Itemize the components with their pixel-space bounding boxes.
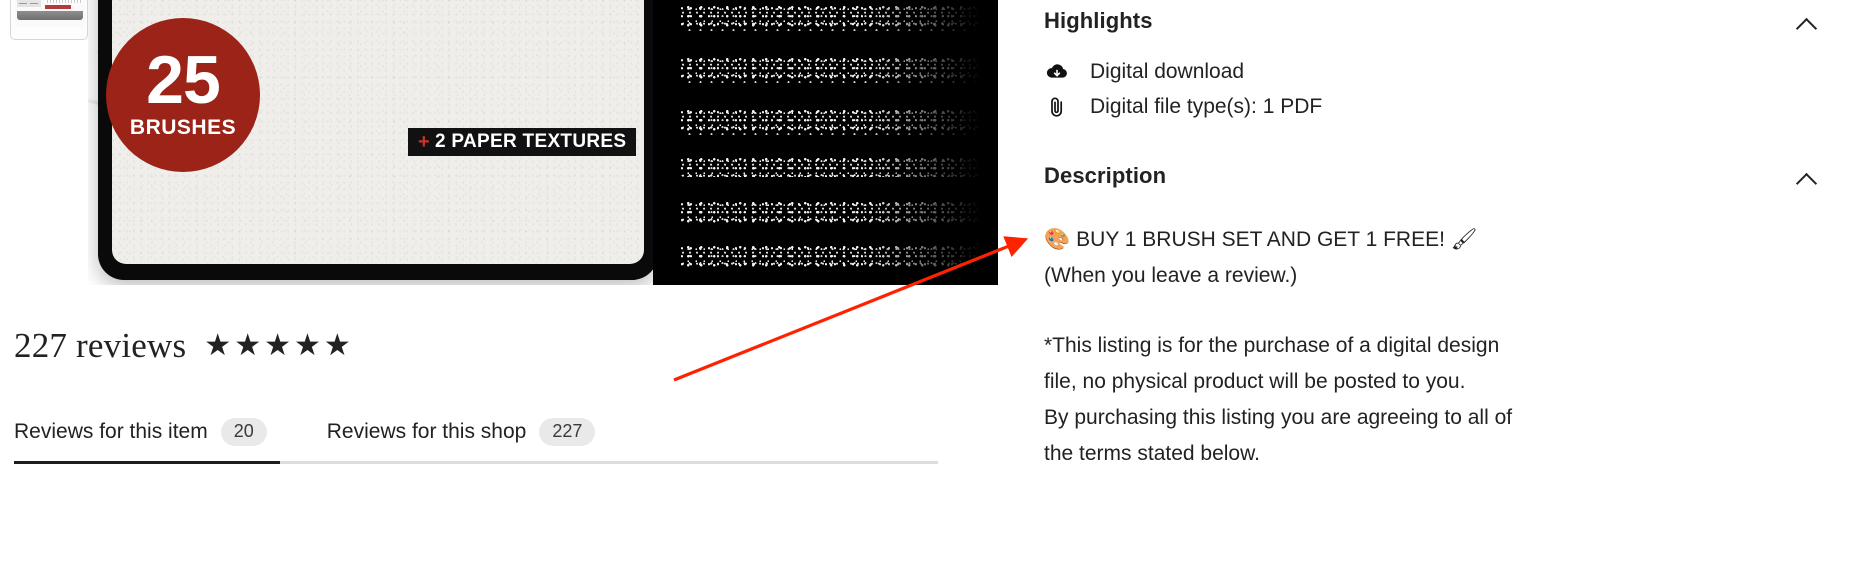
paperclip-icon	[1044, 96, 1070, 118]
highlight-label: Digital file type(s): 1 PDF	[1090, 94, 1323, 118]
description-section-header[interactable]: Description	[1044, 163, 1820, 191]
highlights-title: Highlights	[1044, 8, 1153, 33]
paper-textures-label: 2 PAPER TEXTURES	[434, 131, 627, 152]
download-cloud-icon	[1044, 63, 1070, 81]
promo-text: BUY 1 BRUSH SET AND GET 1 FREE!	[1076, 228, 1445, 251]
product-thumbnail[interactable]	[10, 0, 88, 40]
highlight-label: Digital download	[1090, 59, 1245, 83]
reviews-count-title: 227 reviews	[14, 326, 187, 365]
thumbnail-detail-base	[17, 11, 83, 20]
tabs-underline-active	[14, 461, 280, 464]
terms-line: By purchasing this listing you are agree…	[1044, 406, 1513, 429]
details-panel: Highlights Digital download Digital file…	[1030, 0, 1856, 561]
highlight-item: Digital download	[1044, 54, 1820, 89]
promo-line: 🎨 BUY 1 BRUSH SET AND GET 1 FREE! 🖌	[1044, 222, 1834, 258]
rating-stars: ★ ★ ★ ★ ★	[204, 331, 351, 361]
tab-reviews-for-this-shop[interactable]: Reviews for this shop 227	[297, 410, 626, 454]
plus-icon: +	[418, 130, 430, 153]
brush-swatch	[681, 201, 981, 223]
brush-swatch	[681, 57, 981, 83]
terms-line: file, no physical product will be posted…	[1044, 370, 1466, 393]
brush-swatch	[681, 109, 981, 135]
review-tabs: Reviews for this item 20 Reviews for thi…	[10, 410, 1010, 464]
left-column: 25 BRUSHES + 2 PAPER TEXTURES 227 review	[0, 0, 1030, 561]
paintbrush-emoji: 🖌	[1450, 228, 1478, 251]
tab-label: Reviews for this item	[14, 420, 208, 443]
terms-line: the terms stated below.	[1044, 442, 1260, 465]
highlight-item: Digital file type(s): 1 PDF	[1044, 89, 1820, 124]
star-icon: ★	[204, 329, 232, 362]
reviews-heading-row: 227 reviews ★ ★ ★ ★ ★	[10, 320, 1010, 372]
brush-swatch-panel	[653, 0, 998, 285]
thumbnail-image	[15, 0, 85, 27]
tab-reviews-for-this-item[interactable]: Reviews for this item 20	[14, 410, 297, 454]
star-icon: ★	[234, 329, 262, 362]
thumbnail-detail-accent	[45, 5, 71, 9]
thumbnail-detail-left	[17, 0, 41, 7]
artist-palette-emoji: 🎨	[1044, 228, 1071, 251]
brush-swatch	[681, 245, 981, 269]
brush-swatch	[681, 5, 981, 31]
brush-count-number: 25	[146, 41, 221, 118]
chevron-up-icon[interactable]	[1794, 165, 1820, 191]
paper-textures-ribbon: + 2 PAPER TEXTURES	[408, 128, 637, 156]
highlights-list: Digital download Digital file type(s): 1…	[1044, 54, 1820, 124]
promo-subline: (When you leave a review.)	[1044, 264, 1298, 287]
tab-label: Reviews for this shop	[326, 420, 527, 443]
terms-line: *This listing is for the purchase of a d…	[1044, 334, 1500, 357]
star-icon: ★	[294, 329, 321, 362]
star-icon: ★	[323, 329, 351, 362]
tab-badge-count: 227	[539, 418, 596, 446]
product-page: 25 BRUSHES + 2 PAPER TEXTURES 227 review	[0, 0, 1856, 561]
brush-count-label: BRUSHES	[129, 116, 237, 140]
chevron-up-icon[interactable]	[1794, 10, 1820, 36]
product-hero-image[interactable]: 25 BRUSHES + 2 PAPER TEXTURES	[88, 0, 998, 285]
tab-badge-count: 20	[220, 418, 267, 446]
thumbnail-detail-bars	[45, 0, 83, 3]
reviews-section: 227 reviews ★ ★ ★ ★ ★ Reviews for this i…	[10, 320, 1010, 464]
brush-swatch	[681, 157, 981, 177]
description-body: 🎨 BUY 1 BRUSH SET AND GET 1 FREE! 🖌 (When…	[1044, 222, 1834, 472]
star-icon: ★	[264, 329, 292, 362]
description-title: Description	[1044, 163, 1167, 188]
highlights-section-header[interactable]: Highlights	[1044, 8, 1820, 36]
brush-count-badge: 25 BRUSHES	[106, 18, 260, 172]
